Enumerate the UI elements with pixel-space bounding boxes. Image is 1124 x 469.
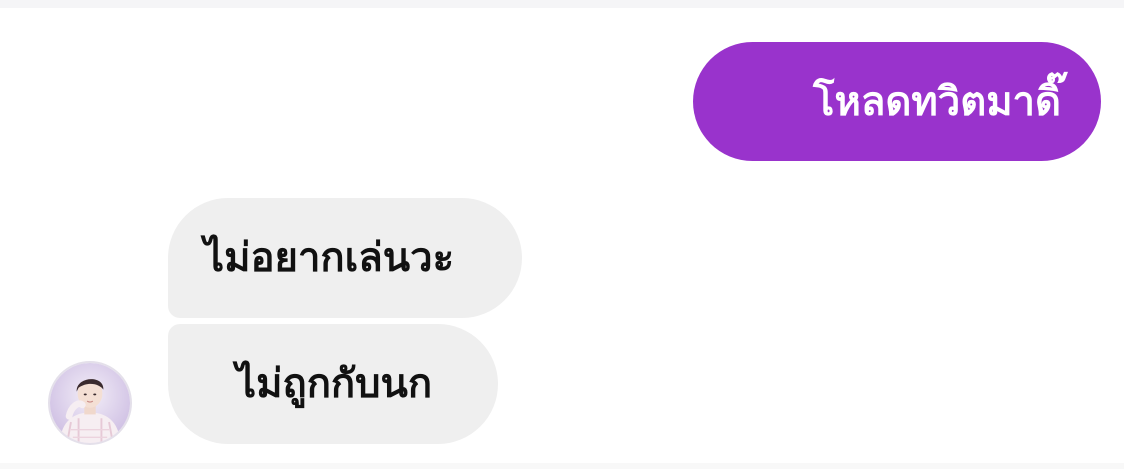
incoming-message-bubble[interactable]: ไม่ถูกกับนก (168, 324, 498, 444)
incoming-message-bubble[interactable]: ไม่อยากเล่นวะ (168, 198, 522, 318)
outgoing-message-text: โหลดทวิตมาดิ๊ (813, 78, 1061, 125)
incoming-message-text: ไม่อยากเล่นวะ (204, 235, 455, 281)
avatar-image (50, 363, 130, 443)
top-divider (0, 0, 1124, 8)
chat-thread: โหลดทวิตมาดิ๊ ไม่อยากเล่นวะ ไม่ถูกกับนก (0, 0, 1124, 469)
bottom-divider (0, 463, 1124, 469)
contact-avatar-icon[interactable] (48, 361, 132, 445)
incoming-message-text: ไม่ถูกกับนก (236, 361, 433, 407)
outgoing-message-bubble[interactable]: โหลดทวิตมาดิ๊ (693, 42, 1101, 161)
